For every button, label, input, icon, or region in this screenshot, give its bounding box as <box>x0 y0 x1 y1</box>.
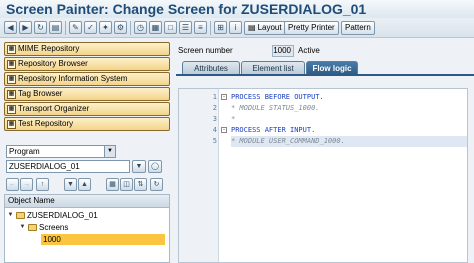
sort-icon[interactable]: ⇅ <box>134 178 147 191</box>
nav-test-repository[interactable]: ▦ Test Repository <box>4 117 170 131</box>
toolbar-separator <box>210 21 211 35</box>
where-used-icon[interactable]: ◷ <box>134 21 147 34</box>
line-number: 1 <box>212 93 217 101</box>
chevron-down-icon[interactable]: ▼ <box>104 146 115 157</box>
expand-arrow-icon[interactable]: ▼ <box>19 222 26 233</box>
screen-number-field: 1000 <box>272 45 294 57</box>
code-line[interactable]: * <box>231 114 467 125</box>
code-line[interactable]: PROCESS BEFORE OUTPUT. <box>231 92 467 103</box>
up-level-icon[interactable]: ↑ <box>36 178 49 191</box>
nav-browser-label: Repository Browser <box>18 59 88 68</box>
toolbar-separator <box>130 21 131 35</box>
display-icon[interactable]: ◯ <box>148 160 162 173</box>
toolbar-separator <box>65 21 66 35</box>
object-type-value: Program <box>9 147 40 156</box>
tab-flow-logic[interactable]: Flow logic <box>306 61 358 75</box>
code-line-current[interactable]: * MODULE USER_COMMAND_1000. <box>231 136 467 147</box>
fold-toggle-icon[interactable]: - <box>221 94 227 100</box>
object-type-select[interactable]: Program ▼ <box>6 145 116 158</box>
insert-icon[interactable]: ⊞ <box>214 21 227 34</box>
nav-transport-label: Transport Organizer <box>18 104 90 113</box>
line-number: 2 <box>212 104 217 112</box>
line-number: 5 <box>212 137 217 145</box>
tree-node-label: 1000 <box>43 235 61 244</box>
object-name-value: ZUSERDIALOG_01 <box>9 162 80 171</box>
mime-icon: ▦ <box>7 44 16 54</box>
screen-number-label: Screen number <box>178 46 233 55</box>
tag-icon: ▦ <box>7 89 16 99</box>
layout-button-label: Layout <box>257 23 282 32</box>
test-repo-icon: ▦ <box>7 119 16 129</box>
previous-object-icon[interactable]: ← <box>6 178 19 191</box>
flow-logic-editor[interactable]: 1 2 3 4 5 - - PROCESS BEFORE OUTPUT. * M… <box>178 88 468 263</box>
tab-strip-border <box>176 74 474 76</box>
code-line[interactable]: PROCESS AFTER INPUT. <box>231 125 467 136</box>
code-line[interactable]: * MODULE STATUS_1000. <box>231 103 467 114</box>
tree-column-header: Object Name <box>5 195 169 208</box>
collapse-icon[interactable]: ▼ <box>64 178 77 191</box>
folder-icon <box>16 212 25 219</box>
refresh-icon[interactable]: ▤ <box>49 21 62 34</box>
application-toolbar: ◀ ▶ ↻ ▤ ✎ ✓ ✦ ⚙ ◷ ▦ □ ☰ ≡ ⊞ i ▤ Layout P… <box>0 18 474 38</box>
tree-node-program[interactable]: ▼ ZUSERDIALOG_01 <box>7 210 98 221</box>
folder-icon <box>28 224 37 231</box>
flow-logic-icon[interactable]: ≡ <box>194 21 207 34</box>
tree-node-label: Screens <box>39 223 69 232</box>
nav-repository-browser[interactable]: ▦ Repository Browser <box>4 57 170 71</box>
object-tree: Object Name ▼ ZUSERDIALOG_01 ▼ Screens 1… <box>4 194 170 263</box>
nav-info-system-label: Repository Information System <box>18 74 128 83</box>
pattern-button[interactable]: Pattern <box>341 21 375 35</box>
forward-icon[interactable]: ▶ <box>19 21 32 34</box>
copy-icon[interactable]: ◫ <box>120 178 133 191</box>
expand-arrow-icon[interactable]: ▼ <box>7 210 14 221</box>
nav-mime-repository[interactable]: ▦ MIME Repository <box>4 42 170 56</box>
check-icon[interactable]: ✓ <box>84 21 97 34</box>
line-number: 4 <box>212 126 217 134</box>
element-list-icon[interactable]: ☰ <box>179 21 192 34</box>
pretty-printer-button[interactable]: Pretty Printer <box>284 21 339 35</box>
hierarchy-icon[interactable]: ▦ <box>149 21 162 34</box>
tree-node-screen-1000[interactable]: 1000 <box>41 234 165 245</box>
fold-toggle-icon[interactable]: - <box>221 127 227 133</box>
nav-mime-label: MIME Repository <box>18 44 80 53</box>
window-title: Screen Painter: Change Screen for ZUSERD… <box>6 1 367 17</box>
line-number: 3 <box>212 115 217 123</box>
dropdown-icon[interactable]: ▼ <box>132 160 146 173</box>
display-change-icon[interactable]: ✎ <box>69 21 82 34</box>
info-system-icon: ▦ <box>7 74 16 84</box>
pretty-printer-label: Pretty Printer <box>288 23 335 32</box>
transport-icon: ▦ <box>7 104 16 114</box>
nav-tag-browser[interactable]: ▦ Tag Browser <box>4 87 170 101</box>
activate-icon[interactable]: ✦ <box>99 21 112 34</box>
title-bar: Screen Painter: Change Screen for ZUSERD… <box>0 0 474 18</box>
tab-element-list[interactable]: Element list <box>241 61 305 75</box>
next-object-icon[interactable]: → <box>20 178 33 191</box>
screen-status: Active <box>298 46 320 55</box>
info-icon[interactable]: i <box>229 21 242 34</box>
object-name-input[interactable]: ZUSERDIALOG_01 <box>6 160 130 173</box>
tree-node-screens[interactable]: ▼ Screens <box>19 222 69 233</box>
layout-icon[interactable]: □ <box>164 21 177 34</box>
refresh-tree-icon[interactable]: ↻ <box>150 178 163 191</box>
line-number-gutter: 1 2 3 4 5 <box>179 89 219 262</box>
pattern-label: Pattern <box>345 23 371 32</box>
nav-repository-info-system[interactable]: ▦ Repository Information System <box>4 72 170 86</box>
nav-transport-organizer[interactable]: ▦ Transport Organizer <box>4 102 170 116</box>
tree-node-label: ZUSERDIALOG_01 <box>27 211 98 220</box>
tree-structure-icon[interactable]: ▦ <box>106 178 119 191</box>
tab-attributes[interactable]: Attributes <box>182 61 240 75</box>
layout-button[interactable]: ▤ Layout <box>244 21 286 35</box>
nav-test-label: Test Repository <box>18 119 74 128</box>
back-icon[interactable]: ◀ <box>4 21 17 34</box>
test-icon[interactable]: ⚙ <box>114 21 127 34</box>
layout-button-icon: ▤ <box>248 23 256 32</box>
browser-icon: ▦ <box>7 59 16 69</box>
expand-icon[interactable]: ▲ <box>78 178 91 191</box>
nav-tag-label: Tag Browser <box>18 89 63 98</box>
history-icon[interactable]: ↻ <box>34 21 47 34</box>
